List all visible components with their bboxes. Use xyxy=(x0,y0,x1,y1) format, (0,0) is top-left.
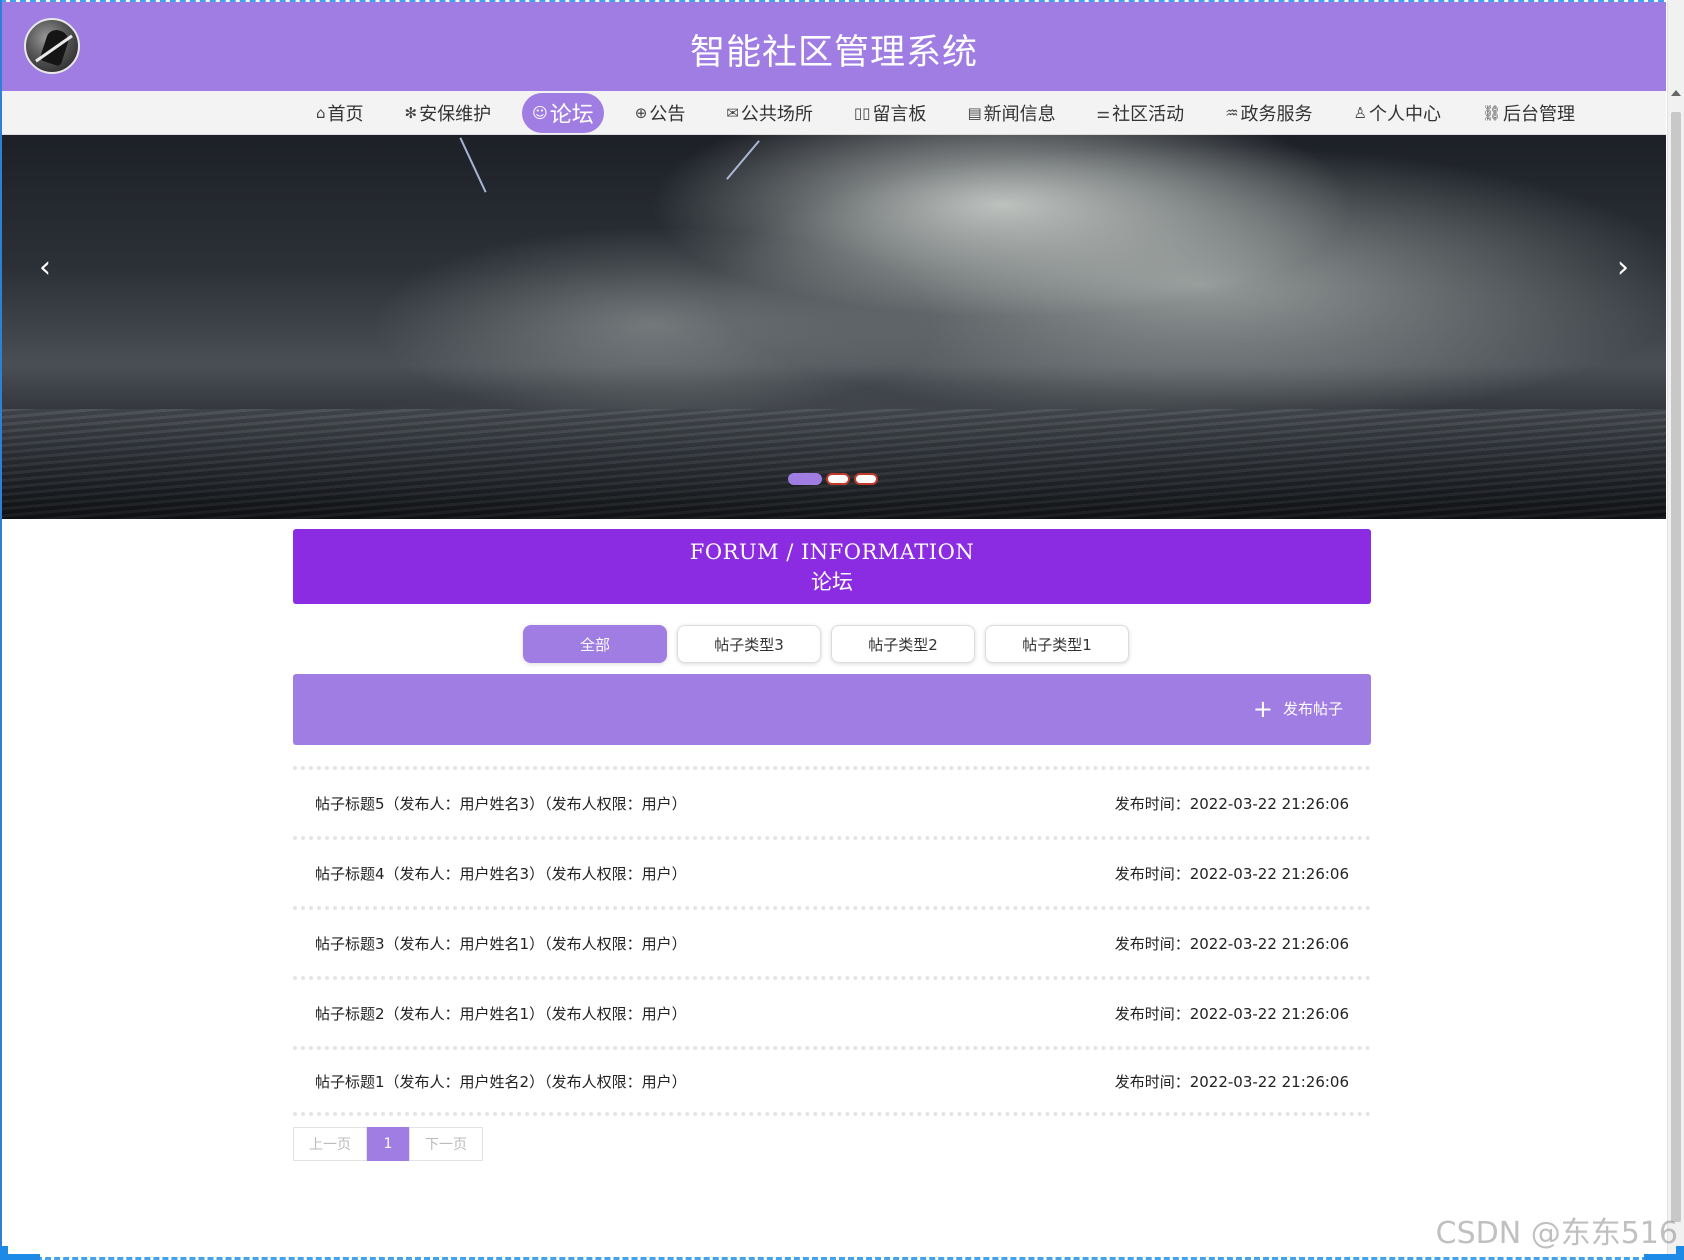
scroll-up-arrow-icon[interactable] xyxy=(1671,90,1681,96)
vertical-scrollbar[interactable] xyxy=(1667,0,1684,1260)
nav-item-activities[interactable]: ⚌ 社区活动 xyxy=(1087,93,1194,133)
scroll-thumb[interactable] xyxy=(1671,112,1681,1222)
home-icon: ⌂ xyxy=(316,104,326,122)
globe-icon: ⊕ xyxy=(634,104,648,122)
post-time: 发布时间：2022-03-22 21:26:06 xyxy=(1114,794,1349,813)
calendar-icon: ▤ xyxy=(967,104,982,122)
nav-label: 首页 xyxy=(327,104,364,125)
post-time: 发布时间：2022-03-22 21:26:06 xyxy=(1114,934,1349,953)
post-row[interactable]: 帖子标题4（发布人：用户姓名3）（发布人权限：用户） 发布时间：2022-03-… xyxy=(293,836,1371,906)
post-title[interactable]: 帖子标题2（发布人：用户姓名1）（发布人权限：用户） xyxy=(315,1003,687,1024)
filter-tab-type2[interactable]: 帖子类型2 xyxy=(831,625,975,663)
nav-item-forum[interactable]: ☺ 论坛 xyxy=(522,93,604,133)
nav-item-news[interactable]: ▤ 新闻信息 xyxy=(957,93,1065,133)
nav-item-admin[interactable]: ⛓ 后台管理 xyxy=(1472,93,1585,133)
pagination: 上一页 1 下一页 xyxy=(293,1127,483,1161)
carousel-dot[interactable] xyxy=(854,473,878,485)
section-heading: FORUM / INFORMATION 论坛 xyxy=(293,529,1371,604)
post-time: 发布时间：2022-03-22 21:26:06 xyxy=(1114,1072,1349,1091)
carousel-dot[interactable] xyxy=(826,473,850,485)
sliders-icon: ⚌ xyxy=(1096,104,1111,122)
post-list: 帖子标题5（发布人：用户姓名3）（发布人权限：用户） 发布时间：2022-03-… xyxy=(293,766,1371,1116)
carousel-dot[interactable] xyxy=(788,473,822,485)
nav-item-home[interactable]: ⌂ 首页 xyxy=(306,93,374,133)
nav-label: 新闻信息 xyxy=(983,104,1056,125)
post-title[interactable]: 帖子标题1（发布人：用户姓名2）（发布人权限：用户） xyxy=(315,1071,687,1092)
window-corner-bottom-left xyxy=(0,1246,40,1260)
snowflake-icon: ✻ xyxy=(404,104,418,122)
window-frame-bottom xyxy=(0,1256,1684,1260)
nav-item-public-places[interactable]: ✉ 公共场所 xyxy=(716,93,823,133)
filter-tabs: 全部 帖子类型3 帖子类型2 帖子类型1 xyxy=(523,625,1139,663)
post-row[interactable]: 帖子标题3（发布人：用户姓名1）（发布人权限：用户） 发布时间：2022-03-… xyxy=(293,906,1371,976)
gamepad-icon: ☺ xyxy=(532,104,548,122)
user-icon: ♙ xyxy=(1353,104,1367,122)
page: 智能社区管理系统 ⌂ 首页 ✻ 安保维护 ☺ 论坛 ⊕ 公告 ✉ 公共场所 ▯▯ 留言板 ▤… xyxy=(2,2,1666,519)
site-header: 智能社区管理系统 xyxy=(2,2,1666,91)
lightning-decoration xyxy=(459,137,487,193)
carousel-next-button[interactable]: › xyxy=(1610,253,1636,283)
filter-tab-type3[interactable]: 帖子类型3 xyxy=(677,625,821,663)
nav-item-profile[interactable]: ♙ 个人中心 xyxy=(1344,93,1451,133)
post-time: 发布时间：2022-03-22 21:26:06 xyxy=(1114,864,1349,883)
nav-label: 论坛 xyxy=(549,103,594,128)
filter-tab-type1[interactable]: 帖子类型1 xyxy=(985,625,1129,663)
lightning-decoration xyxy=(726,140,760,180)
link-icon: ⛓ xyxy=(1481,104,1502,122)
nav-label: 社区活动 xyxy=(1112,104,1185,125)
nav-item-gov-services[interactable]: ♒ 政务服务 xyxy=(1215,93,1322,133)
publish-bar: + 发布帖子 xyxy=(293,674,1371,745)
sea-decoration xyxy=(2,409,1666,519)
post-title[interactable]: 帖子标题5（发布人：用户姓名3）（发布人权限：用户） xyxy=(315,793,687,814)
nav-label: 公告 xyxy=(649,104,686,125)
publish-post-label: 发布帖子 xyxy=(1282,700,1343,718)
post-time: 发布时间：2022-03-22 21:26:06 xyxy=(1114,1004,1349,1023)
nav-label: 政务服务 xyxy=(1240,104,1313,125)
carousel-prev-button[interactable]: ‹ xyxy=(32,253,58,283)
post-row[interactable]: 帖子标题2（发布人：用户姓名1）（发布人权限：用户） 发布时间：2022-03-… xyxy=(293,976,1371,1046)
nav-list: ⌂ 首页 ✻ 安保维护 ☺ 论坛 ⊕ 公告 ✉ 公共场所 ▯▯ 留言板 ▤ 新闻信息 ⚌ 社区活… xyxy=(306,91,1606,135)
nav-label: 个人中心 xyxy=(1368,104,1441,125)
nav-label: 留言板 xyxy=(872,104,927,125)
nav-label: 安保维护 xyxy=(419,104,492,125)
publish-post-button[interactable]: + 发布帖子 xyxy=(1252,694,1343,723)
nav-item-message-board[interactable]: ▯▯ 留言板 xyxy=(844,93,937,133)
post-row[interactable]: 帖子标题5（发布人：用户姓名3）（发布人权限：用户） 发布时间：2022-03-… xyxy=(293,766,1371,836)
book-icon: ♒ xyxy=(1225,104,1239,122)
nav-label: 后台管理 xyxy=(1503,104,1576,125)
columns-icon: ▯▯ xyxy=(853,104,871,122)
section-title-zh: 论坛 xyxy=(811,570,853,594)
page-number-current[interactable]: 1 xyxy=(367,1127,409,1161)
filter-tab-all[interactable]: 全部 xyxy=(523,625,667,663)
banner-carousel[interactable]: ‹ › xyxy=(2,135,1666,519)
plus-icon: + xyxy=(1252,694,1273,723)
mail-icon: ✉ xyxy=(726,104,739,122)
nav-label: 公共场所 xyxy=(740,104,813,125)
prev-page-button[interactable]: 上一页 xyxy=(293,1127,367,1161)
post-title[interactable]: 帖子标题3（发布人：用户姓名1）（发布人权限：用户） xyxy=(315,933,687,954)
carousel-indicators xyxy=(788,473,882,485)
section-title-en: FORUM / INFORMATION xyxy=(689,540,975,564)
site-title: 智能社区管理系统 xyxy=(689,33,978,73)
watermark: CSDN @东东516 xyxy=(1435,1216,1678,1251)
nav-item-security[interactable]: ✻ 安保维护 xyxy=(395,93,502,133)
next-page-button[interactable]: 下一页 xyxy=(409,1127,483,1161)
post-title[interactable]: 帖子标题4（发布人：用户姓名3）（发布人权限：用户） xyxy=(315,863,687,884)
nav-item-notice[interactable]: ⊕ 公告 xyxy=(625,93,696,133)
post-row[interactable]: 帖子标题1（发布人：用户姓名2）（发布人权限：用户） 发布时间：2022-03-… xyxy=(293,1046,1371,1116)
main-nav: ⌂ 首页 ✻ 安保维护 ☺ 论坛 ⊕ 公告 ✉ 公共场所 ▯▯ 留言板 ▤ 新闻信息 ⚌ 社区活… xyxy=(2,91,1666,135)
